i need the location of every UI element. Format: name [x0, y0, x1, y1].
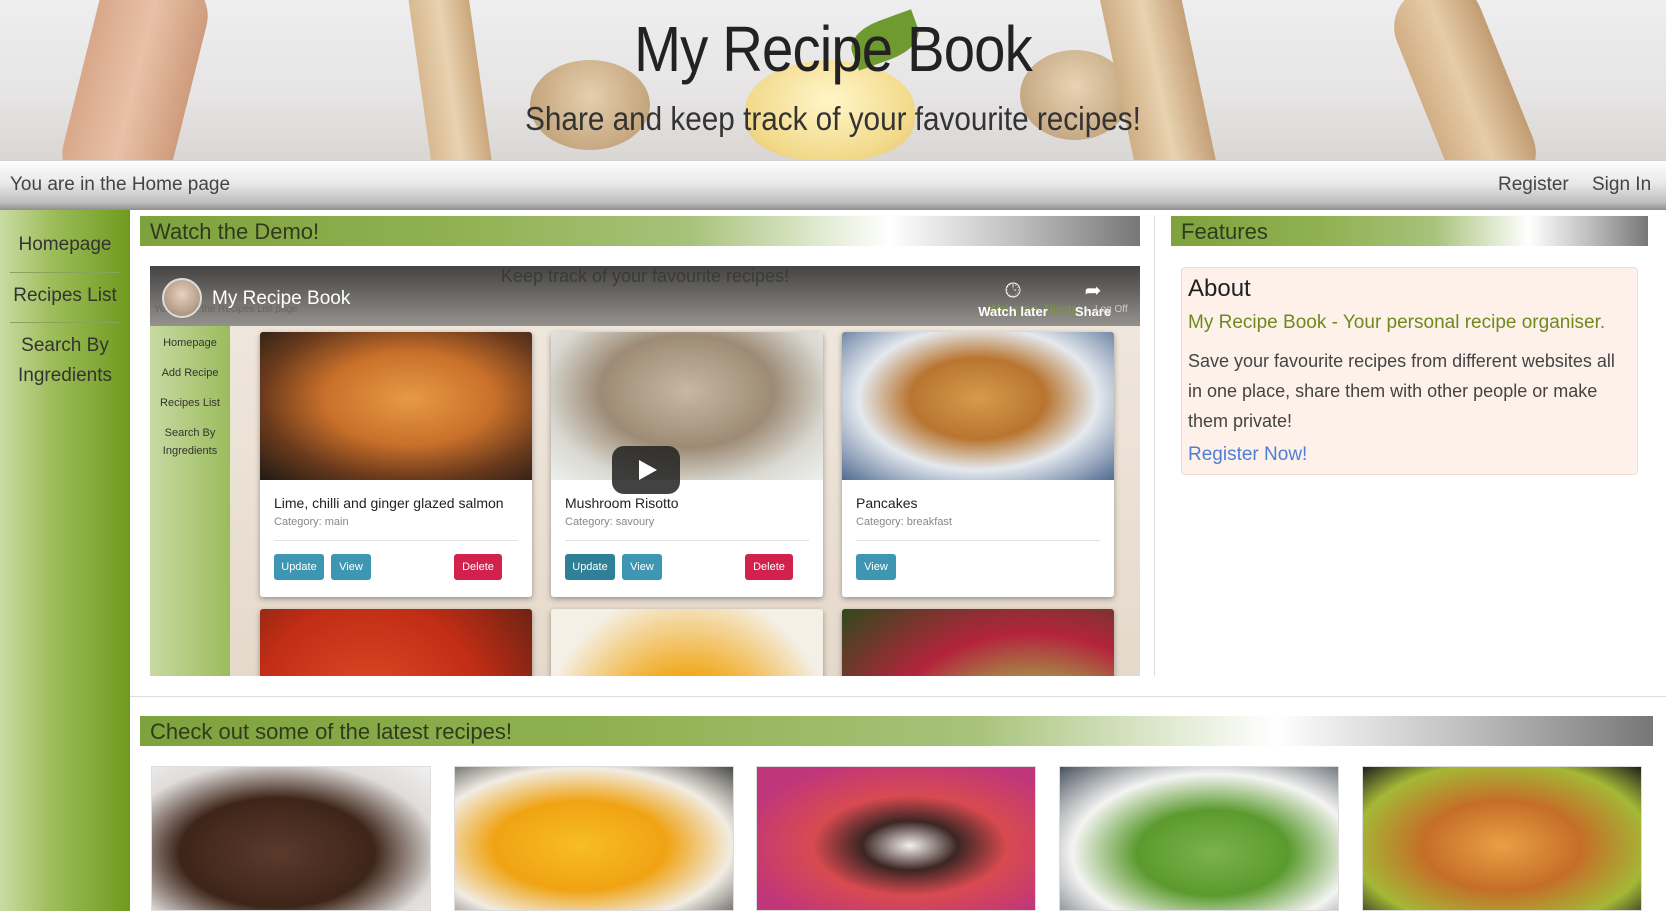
- latest-recipe-image-chocolate-salami[interactable]: [151, 766, 431, 911]
- card-divider: [274, 540, 518, 541]
- sidebar: Homepage Recipes List Search By Ingredie…: [0, 210, 130, 911]
- recipe-name: Pancakes: [856, 495, 918, 511]
- video-recipe-card: Mushroom Risotto Category: savoury Updat…: [551, 332, 823, 597]
- recipe-name: Mushroom Risotto: [565, 495, 679, 511]
- latest-recipe-image-scrambled-eggs[interactable]: [454, 766, 734, 911]
- demo-section-header: Watch the Demo!: [140, 216, 1140, 246]
- latest-section-title: Check out some of the latest recipes!: [150, 719, 512, 744]
- about-subtitle: My Recipe Book - Your personal recipe or…: [1188, 312, 1606, 333]
- recipe-image-meatballs: [260, 609, 532, 676]
- latest-recipe-image-salmon[interactable]: [1362, 766, 1642, 911]
- recipe-name: Lime, chilli and ginger glazed salmon: [274, 495, 504, 511]
- top-navigation-bar: You are in the Home page Register Sign I…: [0, 160, 1666, 210]
- column-divider: [1154, 216, 1155, 676]
- sign-in-link[interactable]: Sign In: [1592, 174, 1651, 196]
- recipe-category: Category: main: [274, 516, 349, 528]
- play-icon[interactable]: [612, 446, 680, 494]
- video-sidebar-item: Add Recipe: [161, 367, 219, 379]
- recipe-image-scrambled-eggs: [551, 609, 823, 676]
- site-title: My Recipe Book: [634, 13, 1033, 85]
- about-text: Save your favourite recipes from differe…: [1188, 351, 1615, 431]
- sidebar-item-search-by-ingredients[interactable]: Search By Ingredients: [0, 331, 130, 391]
- video-sidebar-item: Homepage: [163, 337, 217, 349]
- delete-button: Delete: [745, 554, 793, 580]
- site-header: My Recipe Book Share and keep track of y…: [0, 0, 1666, 160]
- site-tagline: Share and keep track of your favourite r…: [525, 100, 1141, 137]
- watch-later-label: Watch later: [978, 304, 1048, 319]
- card-divider: [565, 540, 809, 541]
- demo-section-title: Watch the Demo!: [150, 219, 320, 244]
- recipe-category: Category: savoury: [565, 516, 655, 528]
- recipe-category: Category: breakfast: [856, 516, 952, 528]
- channel-avatar[interactable]: [162, 278, 202, 318]
- video-sidebar-item: Recipes List: [160, 397, 220, 409]
- features-section-title: Features: [1181, 219, 1268, 244]
- breadcrumb: You are in the Home page: [10, 174, 231, 195]
- video-title[interactable]: My Recipe Book: [212, 288, 350, 310]
- latest-recipe-image-brownie[interactable]: [756, 766, 1036, 911]
- features-section-header: Features: [1171, 216, 1648, 246]
- view-button: View: [856, 554, 896, 580]
- video-content-area: Lime, chilli and ginger glazed salmon Ca…: [230, 326, 1140, 676]
- register-link[interactable]: Register: [1498, 174, 1569, 196]
- video-sidebar-item: Search By: [164, 427, 216, 439]
- recipe-image-risotto: [551, 332, 823, 480]
- sidebar-divider: [10, 272, 120, 273]
- demo-video-player[interactable]: Homepage Add Recipe Recipes List Search …: [150, 266, 1140, 676]
- latest-section-header: Check out some of the latest recipes!: [140, 716, 1653, 746]
- card-divider: [856, 540, 1100, 541]
- video-recipe-card: Pancakes Category: breakfast View: [842, 332, 1114, 597]
- clock-icon: 🕒︎: [1005, 278, 1021, 302]
- sidebar-item-recipes-list[interactable]: Recipes List: [0, 281, 130, 311]
- section-divider: [130, 696, 1666, 697]
- share-icon: ➦: [1084, 278, 1102, 302]
- latest-recipe-image-caesar-salad[interactable]: [1059, 766, 1339, 911]
- about-title: About: [1188, 275, 1251, 302]
- recipe-image-salmon: [260, 332, 532, 480]
- video-sidebar: Homepage Add Recipe Recipes List Search …: [150, 326, 230, 676]
- recipe-image-soup: [842, 609, 1114, 676]
- sidebar-item-homepage[interactable]: Homepage: [0, 230, 130, 260]
- update-button: Update: [565, 554, 615, 580]
- video-log-off-text: Log Off: [1095, 304, 1128, 315]
- sidebar-divider: [10, 322, 120, 323]
- delete-button: Delete: [454, 554, 502, 580]
- view-button: View: [622, 554, 662, 580]
- about-panel: About My Recipe Book - Your personal rec…: [1181, 267, 1638, 475]
- video-recipe-card: Lime, chilli and ginger glazed salmon Ca…: [260, 332, 532, 597]
- video-sidebar-item: Ingredients: [162, 445, 218, 457]
- recipe-image-pancakes: [842, 332, 1114, 480]
- update-button: Update: [274, 554, 324, 580]
- register-now-link[interactable]: Register Now!: [1188, 444, 1307, 466]
- watch-later-button[interactable]: 🕒︎ Watch later: [978, 278, 1048, 319]
- view-button: View: [331, 554, 371, 580]
